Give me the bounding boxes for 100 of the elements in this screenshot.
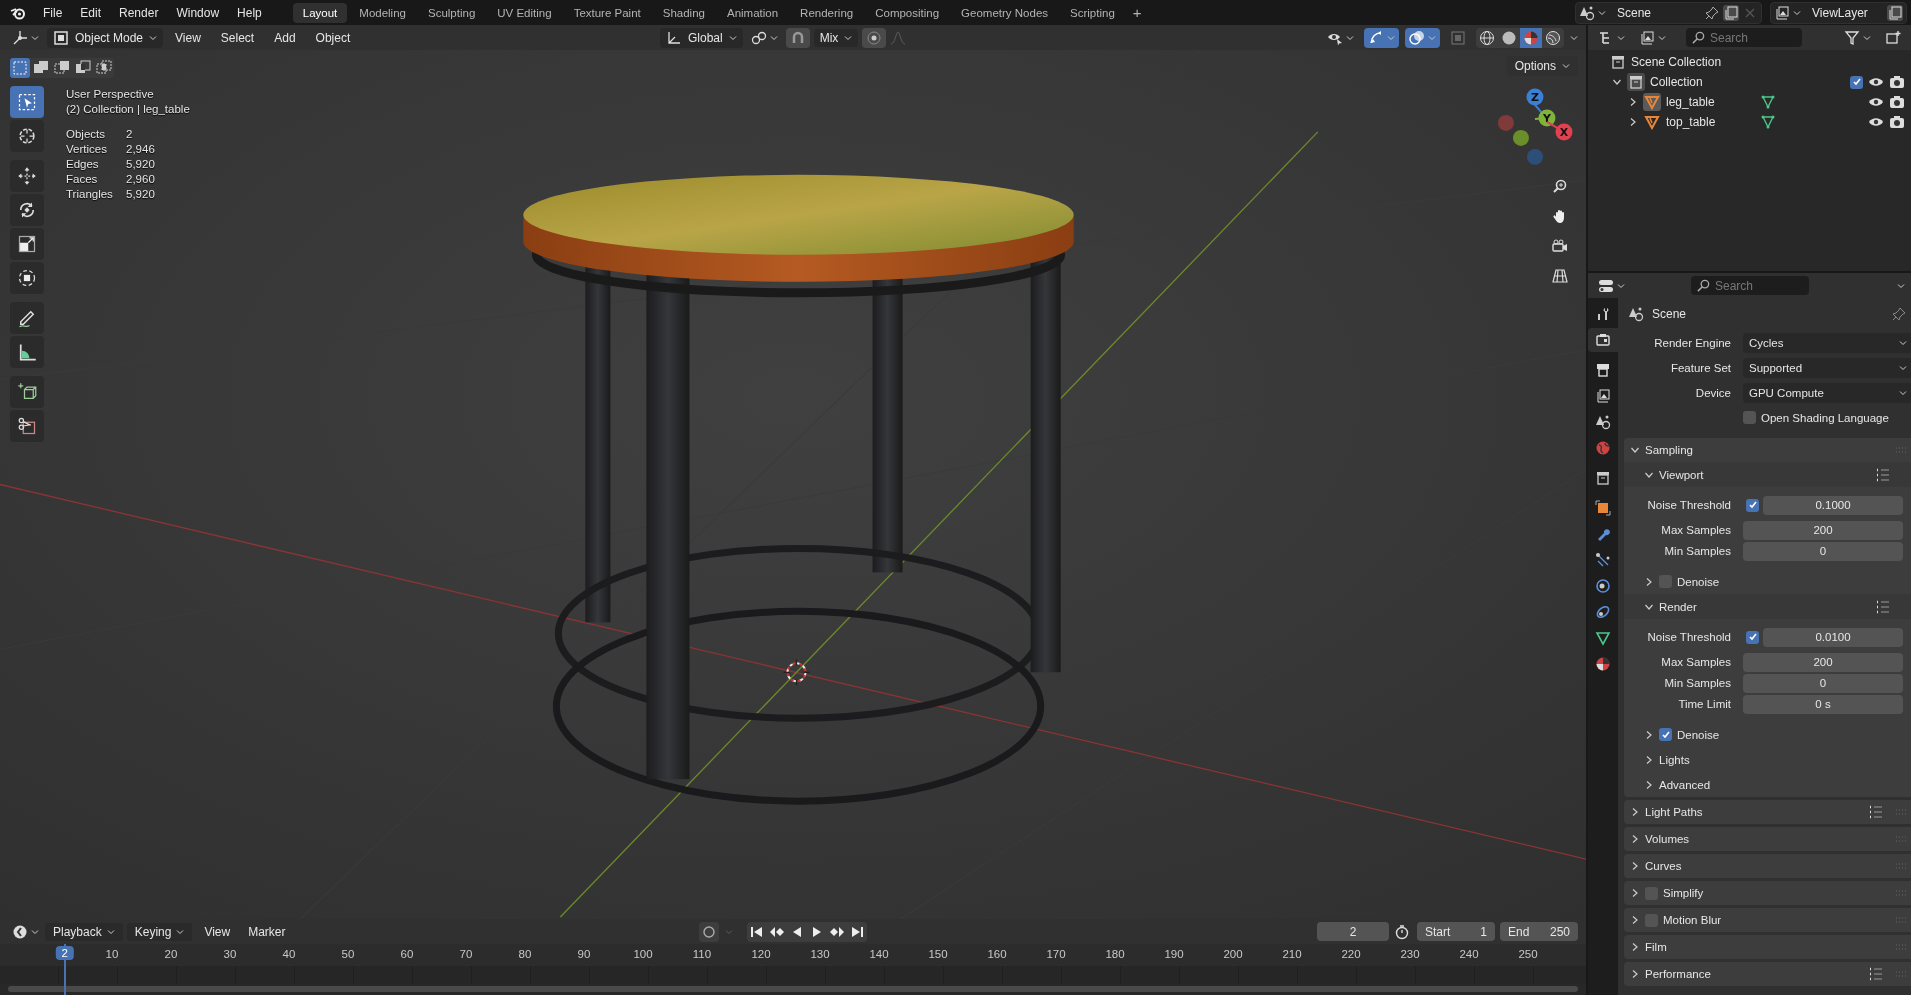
caret-icon[interactable] — [1897, 281, 1905, 290]
subpanel-header[interactable]: Lights — [1624, 747, 1911, 772]
workspace-tab[interactable]: Layout — [292, 2, 348, 23]
menu-item[interactable]: Object — [307, 28, 359, 47]
workspace-tab[interactable]: Texture Paint — [563, 2, 651, 23]
panel-header[interactable]: Simplify — [1624, 881, 1911, 905]
end-frame-field[interactable]: End 250 — [1500, 922, 1578, 941]
workspace-tab[interactable]: Compositing — [865, 2, 950, 23]
checkbox[interactable] — [1746, 498, 1759, 512]
subpanel-header[interactable]: Denoise — [1624, 569, 1911, 594]
presets-list-icon[interactable] — [1875, 466, 1891, 483]
tool-button[interactable] — [10, 336, 44, 368]
dropdown[interactable]: Cycles — [1743, 332, 1911, 353]
scene-selector[interactable]: Scene — [1575, 1, 1762, 24]
number-field[interactable]: 0 — [1743, 541, 1903, 561]
axis-handle[interactable] — [1512, 129, 1529, 146]
presets-list-icon[interactable] — [1868, 804, 1884, 820]
panel-header[interactable]: Performance — [1624, 962, 1911, 986]
viewport-toggle[interactable] — [1364, 27, 1399, 48]
workspace-tab[interactable]: Rendering — [790, 2, 864, 23]
workspace-tab[interactable]: Modeling — [349, 2, 416, 23]
orientation-dropdown[interactable]: Global — [660, 27, 743, 48]
outliner-item[interactable]: top_table — [1666, 115, 1716, 129]
workspace-tab[interactable]: Shading — [652, 2, 715, 23]
camera-icon[interactable] — [1889, 94, 1905, 110]
view-layer-selector[interactable]: ViewLayer — [1770, 1, 1907, 24]
scrollbar[interactable] — [8, 986, 1578, 992]
number-field[interactable]: 0 s — [1743, 694, 1903, 714]
record-button[interactable] — [699, 921, 719, 942]
subpanel-header[interactable]: Render — [1624, 594, 1911, 619]
checkbox[interactable] — [1659, 728, 1672, 741]
outliner-item[interactable]: leg_table — [1666, 95, 1715, 109]
axis-handle[interactable] — [1497, 114, 1514, 131]
start-frame-field[interactable]: Start 1 — [1417, 922, 1495, 941]
menu-item[interactable]: File — [34, 2, 72, 23]
tool-button[interactable] — [10, 376, 44, 408]
proportional-edit-toggle[interactable] — [862, 27, 887, 48]
viewport-toggle[interactable] — [1405, 27, 1440, 48]
search-field[interactable]: Search — [1686, 28, 1802, 47]
workspace-tab[interactable]: UV Editing — [487, 2, 562, 23]
checkbox[interactable] — [1743, 411, 1756, 424]
options-dropdown[interactable]: Options — [1506, 56, 1578, 76]
workspace-tab[interactable]: Scripting — [1060, 2, 1125, 23]
chevron-icon[interactable] — [1628, 97, 1638, 107]
menu-item[interactable]: Render — [110, 2, 168, 23]
caret-icon[interactable] — [1570, 33, 1578, 42]
panel-header[interactable]: Curves — [1624, 854, 1911, 878]
chevron-icon[interactable] — [1628, 117, 1638, 127]
menu-item[interactable]: Add — [266, 28, 304, 47]
tool-button[interactable] — [10, 410, 44, 442]
outliner-item[interactable]: Scene Collection — [1631, 55, 1722, 69]
menu-item[interactable]: View — [167, 28, 209, 47]
number-field[interactable]: 0.1000 — [1763, 495, 1903, 515]
tool-button[interactable] — [10, 86, 44, 118]
search-field[interactable]: Search — [1691, 276, 1809, 295]
snap-target-dropdown[interactable]: Mix — [813, 28, 859, 47]
menu-item[interactable]: Select — [212, 28, 263, 47]
camera-icon[interactable] — [1889, 74, 1905, 90]
shading-mode-button[interactable] — [1520, 27, 1542, 48]
menu-dropdown[interactable]: Keying — [126, 922, 193, 941]
presets-list-icon[interactable] — [1868, 966, 1884, 982]
number-field[interactable]: 200 — [1743, 520, 1903, 540]
panel-header[interactable]: Sampling — [1624, 438, 1911, 462]
panel-header[interactable]: Volumes — [1624, 827, 1911, 851]
chevron-icon[interactable] — [1612, 77, 1622, 87]
pin-icon[interactable] — [1891, 306, 1907, 322]
number-field[interactable]: 0.0100 — [1763, 627, 1903, 647]
copy-icon[interactable] — [1887, 4, 1903, 21]
subpanel-header[interactable]: Denoise — [1624, 722, 1911, 747]
axis-handle[interactable] — [1526, 148, 1543, 165]
current-frame-field[interactable]: 2 — [1317, 922, 1389, 941]
workspace-tab[interactable]: Animation — [716, 2, 789, 23]
mesh-data-icon[interactable] — [1760, 114, 1777, 130]
subpanel-header[interactable]: Viewport — [1624, 462, 1911, 487]
menu-item[interactable]: Marker — [240, 922, 294, 941]
number-field[interactable]: 200 — [1743, 652, 1903, 672]
tool-button[interactable] — [10, 262, 44, 294]
panel-header[interactable]: Light Paths — [1624, 800, 1911, 824]
tool-button[interactable] — [10, 120, 44, 152]
menu-item[interactable]: View — [196, 922, 239, 941]
add-workspace-button[interactable]: + — [1126, 4, 1148, 21]
menu-dropdown[interactable]: Playback — [45, 922, 123, 941]
properties-tab[interactable] — [1588, 328, 1618, 352]
tool-button[interactable] — [10, 194, 44, 226]
table-drawing[interactable] — [523, 174, 1074, 805]
tool-button[interactable] — [10, 160, 44, 192]
checkbox[interactable] — [1850, 75, 1863, 89]
mode-dropdown[interactable]: Object Mode — [47, 27, 164, 48]
object-icon[interactable] — [1643, 113, 1661, 131]
dropdown[interactable]: Supported — [1743, 357, 1911, 378]
number-field[interactable]: 0 — [1743, 673, 1903, 693]
panel-header[interactable]: Film — [1624, 935, 1911, 959]
object-icon[interactable] — [1643, 93, 1661, 111]
checkbox[interactable] — [1746, 630, 1759, 644]
stopwatch-icon[interactable] — [1394, 923, 1410, 940]
presets-list-icon[interactable] — [1875, 598, 1891, 615]
pin-icon[interactable] — [1704, 4, 1720, 21]
workspace-tab[interactable]: Sculpting — [417, 2, 486, 23]
playhead[interactable]: 2 — [55, 946, 74, 960]
workspace-tab[interactable]: Geometry Nodes — [951, 2, 1059, 23]
